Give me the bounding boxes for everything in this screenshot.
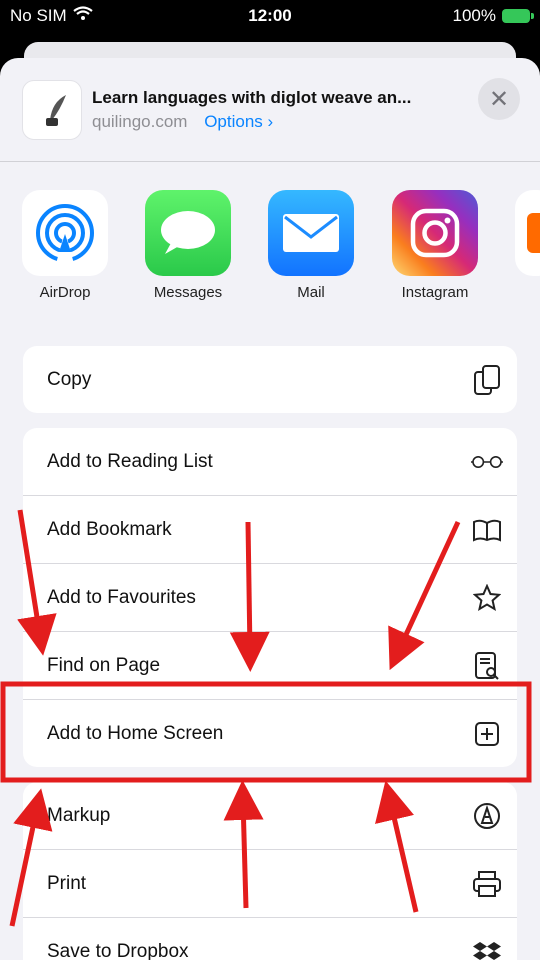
markup-icon — [471, 800, 503, 832]
action-label: Add to Home Screen — [47, 722, 224, 744]
printer-icon — [471, 868, 503, 900]
action-label: Add Bookmark — [47, 518, 172, 540]
glasses-icon — [471, 446, 503, 478]
action-label: Add to Favourites — [47, 586, 196, 608]
book-icon — [471, 514, 503, 546]
find-page-icon — [471, 650, 503, 682]
action-label: Save to Dropbox — [47, 940, 189, 960]
app-row: AirDrop Messages Mail Instagram — [0, 190, 540, 320]
app-label-messages: Messages — [153, 284, 223, 301]
copy-group: Copy — [23, 346, 517, 413]
action-add-to-favourites[interactable]: Add to Favourites — [23, 564, 517, 632]
dropbox-icon — [471, 936, 503, 960]
action-save-to-dropbox[interactable]: Save to Dropbox — [23, 918, 517, 960]
app-label-mail: Mail — [297, 284, 325, 301]
page-domain: quilingo.com — [92, 112, 188, 131]
status-right: 100% — [452, 6, 534, 26]
messages-icon — [145, 190, 231, 276]
action-label: Print — [47, 872, 87, 894]
actions-group-2: Add to Reading List Add Bookmark Add to … — [23, 428, 517, 767]
copy-icon — [471, 364, 503, 396]
quill-icon — [46, 95, 66, 126]
app-messages[interactable]: Messages — [138, 190, 238, 301]
action-print[interactable]: Print — [23, 850, 517, 918]
battery-icon — [502, 9, 534, 23]
star-icon — [471, 582, 503, 614]
action-copy[interactable]: Copy — [23, 346, 517, 413]
share-sheet: Learn languages with diglot weave an... … — [0, 58, 540, 960]
page-subtitle: quilingo.com Options › — [92, 112, 273, 132]
action-add-to-home-screen[interactable]: Add to Home Screen — [23, 700, 517, 767]
app-mail[interactable]: Mail — [261, 190, 361, 301]
action-label: Markup — [47, 804, 111, 826]
partial-app-icon — [515, 190, 540, 276]
action-label: Add to Reading List — [47, 450, 213, 472]
site-thumbnail — [22, 80, 82, 140]
action-copy-label: Copy — [47, 368, 92, 390]
add-square-icon — [471, 718, 503, 750]
app-label-instagram: Instagram — [401, 284, 469, 301]
action-markup[interactable]: Markup — [23, 782, 517, 850]
app-label-airdrop: AirDrop — [39, 284, 91, 301]
app-partial[interactable] — [515, 190, 540, 276]
app-airdrop[interactable]: AirDrop — [15, 190, 115, 301]
app-instagram[interactable]: Instagram — [385, 190, 485, 301]
action-find-on-page[interactable]: Find on Page — [23, 632, 517, 700]
share-header: Learn languages with diglot weave an... … — [0, 58, 540, 162]
mail-icon — [268, 190, 354, 276]
battery-percent: 100% — [452, 6, 496, 25]
airdrop-icon — [22, 190, 108, 276]
instagram-icon — [392, 190, 478, 276]
close-icon: ✕ — [488, 85, 510, 113]
action-label: Find on Page — [47, 654, 161, 676]
options-link[interactable]: Options › — [204, 112, 273, 131]
status-bar: No SIM 12:00 100% — [0, 0, 540, 30]
page-title: Learn languages with diglot weave an... — [92, 88, 412, 107]
close-button[interactable]: ✕ — [478, 78, 520, 120]
action-add-bookmark[interactable]: Add Bookmark — [23, 496, 517, 564]
action-add-to-reading-list[interactable]: Add to Reading List — [23, 428, 517, 496]
actions-group-3: Markup Print Save to Dropbox — [23, 782, 517, 960]
